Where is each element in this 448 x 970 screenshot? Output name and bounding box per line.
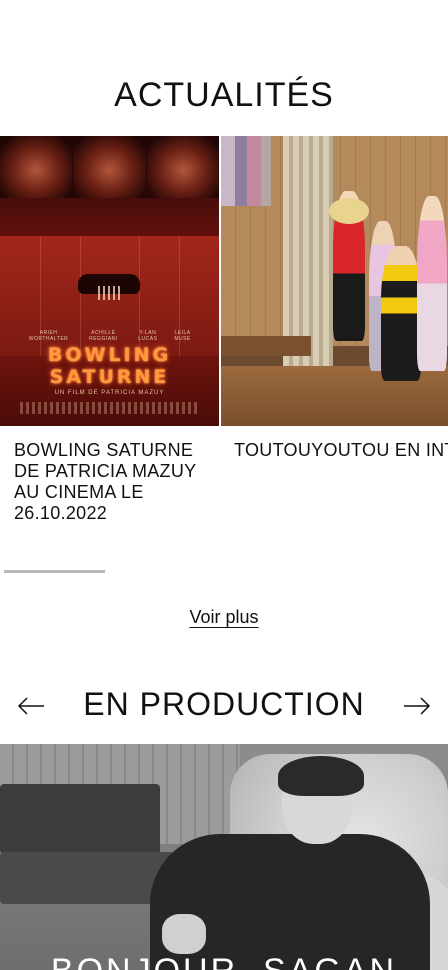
news-section-title: ACTUALITÉS	[114, 76, 334, 114]
production-section-title: EN PRODUCTION	[83, 686, 365, 722]
news-carousel[interactable]: ARIEH WORTHALTER ACHILLE REGGIANI Y-LAN …	[0, 136, 448, 566]
poster-billing-block	[20, 402, 199, 414]
news-card[interactable]: TOUTOUYOUTOU EN INT DÈS LE 08.09.2022	[221, 136, 448, 461]
news-card[interactable]: ARIEH WORTHALTER ACHILLE REGGIANI Y-LAN …	[0, 136, 219, 524]
toutouyoutou-photo[interactable]	[221, 136, 448, 426]
poster-title-line1: BOWLING	[47, 344, 172, 366]
carousel-scrollbar[interactable]	[4, 570, 105, 573]
production-hero-title[interactable]: BONJOUR, SAGAN	[0, 952, 448, 970]
poster-credits: ARIEH WORTHALTER ACHILLE REGGIANI Y-LAN …	[28, 330, 191, 342]
news-card-title[interactable]: TOUTOUYOUTOU EN INT DÈS LE 08.09.2022	[221, 440, 448, 461]
see-more-container: Voir plus	[0, 607, 448, 628]
poster-faces	[0, 136, 219, 198]
bowling-saturne-poster[interactable]: ARIEH WORTHALTER ACHILLE REGGIANI Y-LAN …	[0, 136, 219, 426]
poster-title-line2: SATURNE	[49, 366, 170, 388]
news-card-title[interactable]: BOWLING SATURNE DE PATRICIA MAZUY AU CIN…	[0, 440, 219, 524]
see-more-link[interactable]: Voir plus	[189, 607, 258, 627]
production-hero-image[interactable]: BONJOUR, SAGAN	[0, 744, 448, 970]
poster-director: UN FILM DE PATRICIA MAZUY	[54, 390, 165, 396]
arrow-right-icon[interactable]	[403, 697, 431, 715]
poster-pins	[98, 286, 120, 300]
